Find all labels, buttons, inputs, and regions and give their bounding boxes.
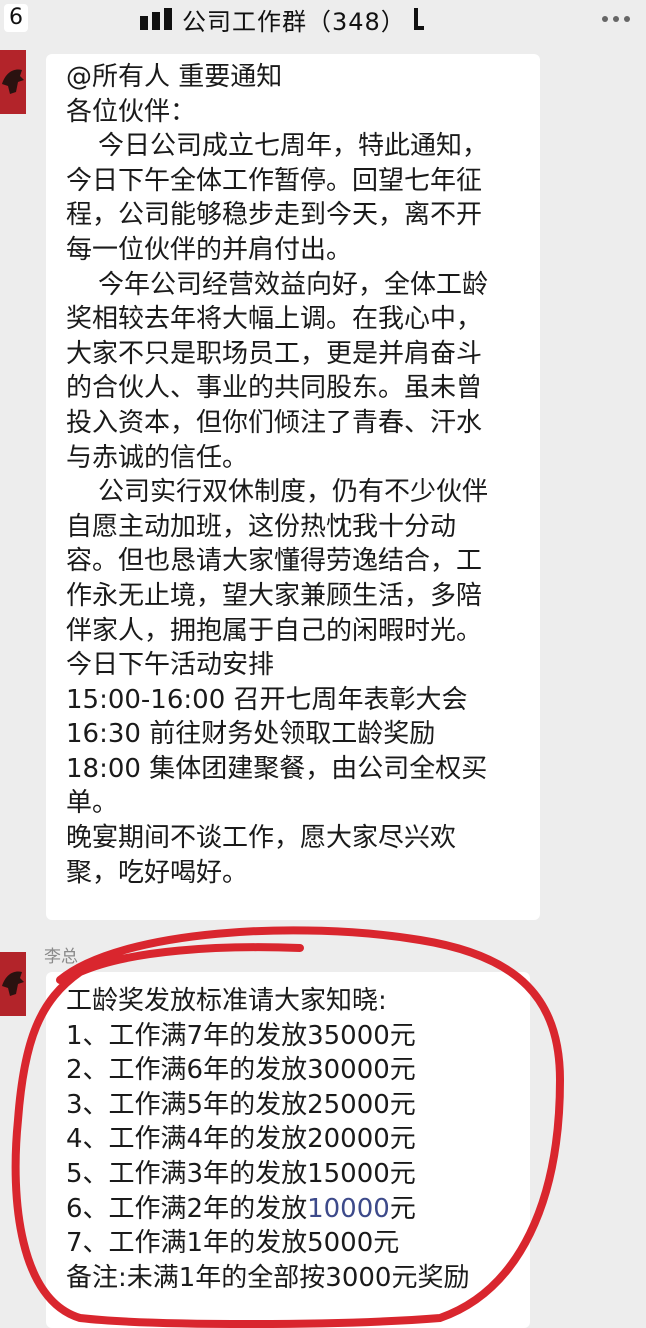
text-line: 投入资本，但你们倾注了青春、汗水	[66, 407, 483, 438]
text-line: 的合伙人、事业的共同股东。虽未曾	[66, 373, 483, 404]
text-line: 6、工作满2年的发放10000元	[66, 1192, 536, 1227]
text-line: 15:00-16:00 召开七周年表彰大会	[66, 684, 468, 715]
text-line: 今年公司经营效益向好，全体工龄	[98, 269, 489, 300]
unread-count: 6	[9, 5, 23, 30]
more-dots-icon[interactable]	[602, 16, 630, 22]
text-line: 与赤诚的信任。	[66, 442, 249, 473]
chat-title-area: 公司工作群（348）	[140, 2, 424, 36]
text-line: @所有人 重要通知	[66, 62, 283, 92]
signal-bars-icon	[140, 8, 172, 30]
text-line: 聚，吃好喝好。	[66, 857, 249, 888]
mute-icon	[413, 8, 424, 30]
text-line: 2、工作满6年的发放30000元	[66, 1055, 416, 1086]
text-line: 伴家人，拥抱属于自己的闲暇时光。	[66, 615, 483, 646]
text-line: 每一位伙伴的并肩付出。	[66, 234, 353, 265]
text-segment: 6、工作满2年的发放	[66, 1193, 308, 1224]
text-line: 单。	[66, 788, 119, 819]
highlighted-amount: 10000	[307, 1193, 390, 1224]
text-line: 作永无止境，望大家兼顾生活，多陪	[66, 580, 483, 611]
text-line: 7、工作满1年的发放5000元	[66, 1228, 400, 1259]
text-line: 备注:未满1年的全部按3000元奖励	[66, 1262, 470, 1293]
chat-title: 公司工作群（348）	[182, 7, 406, 36]
back-button[interactable]: 6	[4, 4, 28, 32]
message-bubble[interactable]: 工龄奖发放标准请大家知晓: 1、工作满7年的发放35000元 2、工作满6年的发…	[46, 972, 530, 1328]
text-line: 大家不只是职场员工，更是并肩奋斗	[66, 338, 483, 369]
text-line: 容。但也恳请大家懂得劳逸结合，工	[66, 546, 483, 577]
message-text: @所有人 重要通知 各位伙伴： 今日公司成立七周年，特此通知， 今日下午全体工作…	[66, 60, 536, 890]
chat-header: 6 公司工作群（348）	[0, 0, 646, 40]
message-bubble[interactable]: @所有人 重要通知 各位伙伴： 今日公司成立七周年，特此通知， 今日下午全体工作…	[46, 54, 540, 920]
text-line: 今日下午全体工作暂停。回望七年征	[66, 165, 483, 196]
text-line: 3、工作满5年的发放25000元	[66, 1089, 416, 1120]
avatar[interactable]	[0, 952, 26, 1016]
text-line: 奖相较去年将大幅上调。在我心中，	[66, 304, 483, 335]
text-line: 1、工作满7年的发放35000元	[66, 1020, 416, 1051]
text-line: 程，公司能够稳步走到今天，离不开	[66, 200, 483, 231]
text-line: 今日下午活动安排	[66, 650, 275, 681]
text-line: 各位伙伴：	[66, 96, 197, 127]
text-line: 18:00 集体团建聚餐，由公司全权买	[66, 753, 488, 784]
message-text: 工龄奖发放标准请大家知晓: 1、工作满7年的发放35000元 2、工作满6年的发…	[66, 984, 536, 1295]
text-line: 自愿主动加班，这份热忱我十分动	[66, 511, 457, 542]
text-line: 晚宴期间不谈工作，愿大家尽兴欢	[66, 823, 457, 854]
avatar[interactable]	[0, 50, 26, 114]
text-line: 今日公司成立七周年，特此通知，	[98, 131, 489, 162]
text-line: 工龄奖发放标准请大家知晓:	[66, 986, 387, 1016]
text-line: 公司实行双休制度，仍有不少伙伴	[98, 477, 489, 508]
text-segment: 元	[389, 1193, 416, 1224]
text-line: 16:30 前往财务处领取工龄奖励	[66, 719, 436, 750]
text-line: 5、工作满3年的发放15000元	[66, 1158, 416, 1189]
sender-name: 李总	[44, 947, 78, 967]
text-line: 4、工作满4年的发放20000元	[66, 1124, 416, 1155]
